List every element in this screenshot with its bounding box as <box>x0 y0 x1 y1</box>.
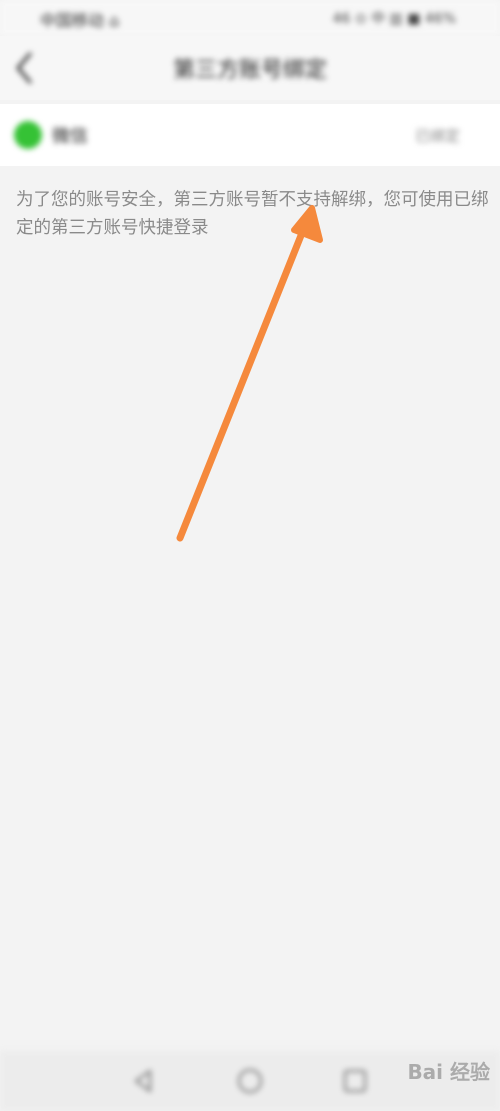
nav-home-button[interactable] <box>236 1067 264 1095</box>
baidu-jingyan-watermark: Bai 经验 <box>407 1060 490 1084</box>
back-triangle-icon <box>134 1069 152 1093</box>
home-circle-icon <box>237 1068 263 1094</box>
annotation-arrow-icon <box>176 205 323 542</box>
nav-recents-button[interactable] <box>341 1067 369 1095</box>
recents-square-icon <box>343 1069 367 1093</box>
nav-back-button[interactable] <box>130 1067 158 1095</box>
